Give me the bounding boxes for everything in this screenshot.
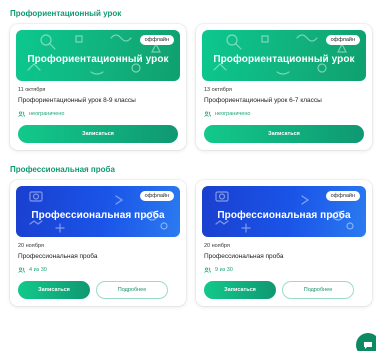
seats-count: 4 из 30	[29, 267, 47, 273]
seats-count: 9 из 30	[215, 267, 233, 273]
event-banner: оффлайн Профориентационный урок	[16, 30, 180, 81]
event-card[interactable]: оффлайн Профориентационный урок 13 октяб…	[196, 24, 372, 150]
event-date: 20 ноября	[18, 243, 44, 249]
button-row: Записаться Подробнее	[204, 281, 364, 299]
people-icon	[18, 267, 25, 273]
card-body: 11 октября Профориентационный урок 8-9 к…	[10, 81, 186, 150]
event-date: 20 ноября	[204, 243, 230, 249]
offline-badge: оффлайн	[325, 191, 360, 201]
offline-badge: оффлайн	[325, 35, 360, 45]
event-name: Профориентационный урок 8-9 классы	[18, 97, 136, 104]
cards-grid-proforientation: оффлайн Профориентационный урок 11 октяб…	[10, 24, 376, 150]
banner-title: Профориентационный урок	[27, 54, 169, 65]
event-date: 11 октября	[18, 87, 46, 93]
event-banner: оффлайн Профессиональная проба	[202, 186, 366, 237]
button-row: Записаться Подробнее	[18, 281, 178, 299]
people-icon	[18, 111, 25, 117]
section-title-proforientation: Профориентационный урок	[10, 9, 122, 18]
seats-count: неограничено	[215, 111, 251, 117]
event-date: 13 октября	[204, 87, 232, 93]
event-banner: оффлайн Профессиональная проба	[16, 186, 180, 237]
signup-button[interactable]: Записаться	[18, 125, 178, 143]
signup-button[interactable]: Записаться	[18, 281, 90, 299]
card-body: 20 ноября Профессиональная проба 9 из 30…	[196, 237, 372, 306]
banner-title: Профессиональная проба	[217, 210, 351, 221]
offline-badge: оффлайн	[139, 35, 174, 45]
event-card[interactable]: оффлайн Профессиональная проба 20 ноября…	[196, 180, 372, 306]
people-icon	[204, 111, 211, 117]
event-name: Профориентационный урок 6-7 классы	[204, 97, 322, 104]
section-title-professional-trial: Профессиональная проба	[10, 165, 115, 174]
button-row: Записаться	[204, 125, 364, 143]
event-banner: оффлайн Профориентационный урок	[202, 30, 366, 81]
chat-icon	[364, 342, 372, 349]
cards-grid-professional-trial: оффлайн Профессиональная проба 20 ноября…	[10, 180, 376, 306]
seats-info: неограничено	[18, 111, 178, 117]
card-body: 20 ноября Профессиональная проба 4 из 30…	[10, 237, 186, 306]
offline-badge: оффлайн	[139, 191, 174, 201]
seats-info: неограничено	[204, 111, 364, 117]
card-body: 13 октября Профориентационный урок 6-7 к…	[196, 81, 372, 150]
chat-button[interactable]	[356, 333, 376, 351]
details-button[interactable]: Подробнее	[282, 281, 354, 299]
seats-info: 9 из 30	[204, 267, 364, 273]
event-name: Профессиональная проба	[204, 253, 284, 260]
events-page: Профориентационный урок оффлайн Профорие…	[0, 0, 376, 351]
event-card[interactable]: оффлайн Профориентационный урок 11 октяб…	[10, 24, 186, 150]
signup-button[interactable]: Записаться	[204, 281, 276, 299]
signup-button[interactable]: Записаться	[204, 125, 364, 143]
banner-title: Профессиональная проба	[31, 210, 165, 221]
people-icon	[204, 267, 211, 273]
seats-count: неограничено	[29, 111, 65, 117]
event-name: Профессиональная проба	[18, 253, 98, 260]
event-card[interactable]: оффлайн Профессиональная проба 20 ноября…	[10, 180, 186, 306]
details-button[interactable]: Подробнее	[96, 281, 168, 299]
button-row: Записаться	[18, 125, 178, 143]
seats-info: 4 из 30	[18, 267, 178, 273]
banner-title: Профориентационный урок	[213, 54, 355, 65]
